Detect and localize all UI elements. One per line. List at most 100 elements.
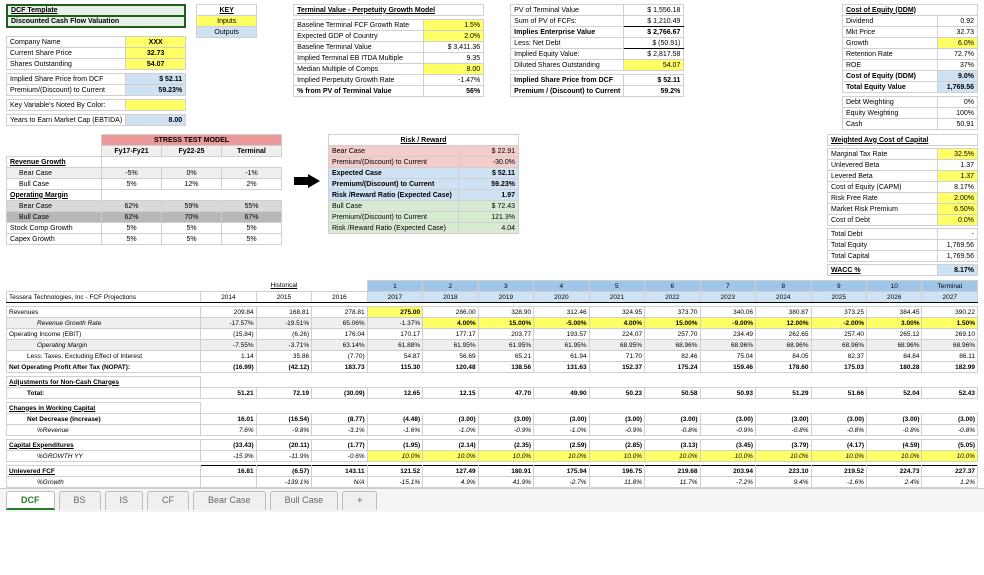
cell[interactable]: 4.00% bbox=[423, 318, 478, 329]
cell[interactable]: 127.49 bbox=[423, 466, 478, 477]
cell[interactable]: 51.66 bbox=[811, 388, 866, 399]
cell[interactable]: 5% bbox=[102, 179, 162, 190]
cell[interactable]: 71.70 bbox=[589, 351, 644, 362]
cell[interactable]: 4.00% bbox=[589, 318, 644, 329]
tab-cf[interactable]: CF bbox=[147, 491, 189, 510]
term-r5v[interactable]: 8.00 bbox=[424, 64, 484, 75]
cell[interactable]: 50.58 bbox=[645, 388, 700, 399]
cell[interactable]: 51.29 bbox=[756, 388, 811, 399]
cell[interactable]: 265.12 bbox=[867, 329, 922, 340]
cell[interactable]: (2.59) bbox=[534, 440, 589, 451]
cell[interactable]: (3.00) bbox=[756, 414, 811, 425]
cell[interactable]: 68.96% bbox=[756, 340, 811, 351]
cell[interactable]: 286.00 bbox=[423, 307, 478, 318]
cell[interactable]: 86.11 bbox=[922, 351, 978, 362]
cell[interactable]: (2.35) bbox=[478, 440, 533, 451]
cell[interactable]: N/A bbox=[312, 477, 367, 488]
cell[interactable]: (1.95) bbox=[367, 440, 422, 451]
cell[interactable]: 1.14 bbox=[201, 351, 256, 362]
term-r1v[interactable]: 1.5% bbox=[424, 20, 484, 31]
cell[interactable]: 115.30 bbox=[367, 362, 422, 373]
cell[interactable]: 70% bbox=[162, 212, 222, 223]
cell[interactable]: 62% bbox=[102, 201, 162, 212]
cell[interactable]: 1.2% bbox=[922, 477, 978, 488]
cell[interactable]: 5% bbox=[162, 223, 222, 234]
cell[interactable]: 65.21 bbox=[478, 351, 533, 362]
cell[interactable]: 10.0% bbox=[367, 451, 422, 462]
cell[interactable]: 54.87 bbox=[367, 351, 422, 362]
cell[interactable]: -2.7% bbox=[534, 477, 589, 488]
cell[interactable]: 275.00 bbox=[367, 307, 422, 318]
cell[interactable]: 62% bbox=[102, 212, 162, 223]
cell[interactable]: -0.8% bbox=[756, 425, 811, 436]
cell[interactable]: 72.19 bbox=[256, 388, 311, 399]
cell[interactable]: 7.6% bbox=[201, 425, 256, 436]
wacc-mrp-v[interactable]: 6.50% bbox=[938, 204, 978, 215]
cell[interactable]: 11.7% bbox=[645, 477, 700, 488]
wacc-cod-v[interactable]: 0.0% bbox=[938, 215, 978, 226]
cell[interactable]: 178.60 bbox=[756, 362, 811, 373]
cell[interactable]: 10.0% bbox=[534, 451, 589, 462]
cell[interactable]: (3.00) bbox=[645, 414, 700, 425]
cell[interactable]: 175.24 bbox=[645, 362, 700, 373]
cell[interactable]: 203.77 bbox=[478, 329, 533, 340]
cell[interactable]: (4.17) bbox=[811, 440, 866, 451]
cell[interactable]: 219.68 bbox=[645, 466, 700, 477]
cell[interactable]: (3.00) bbox=[811, 414, 866, 425]
cell[interactable]: 61.95% bbox=[534, 340, 589, 351]
cell[interactable]: -1.37% bbox=[367, 318, 422, 329]
cell[interactable]: 131.63 bbox=[534, 362, 589, 373]
cell[interactable]: 15.00% bbox=[645, 318, 700, 329]
cell[interactable]: 170.17 bbox=[367, 329, 422, 340]
cell[interactable]: 180.28 bbox=[867, 362, 922, 373]
cell[interactable]: -19.51% bbox=[256, 318, 311, 329]
cell[interactable] bbox=[201, 477, 256, 488]
cell[interactable]: -0.8% bbox=[811, 425, 866, 436]
cell[interactable]: 180.91 bbox=[478, 466, 533, 477]
cell[interactable]: 55% bbox=[222, 201, 282, 212]
tab-bear[interactable]: Bear Case bbox=[193, 491, 266, 510]
wacc-lb-v[interactable]: 1.37 bbox=[938, 171, 978, 182]
cell[interactable]: 84.84 bbox=[867, 351, 922, 362]
cell[interactable]: 175.94 bbox=[534, 466, 589, 477]
cell[interactable]: (6.26) bbox=[256, 329, 311, 340]
cell[interactable]: -0.8% bbox=[867, 425, 922, 436]
cell[interactable]: 84.05 bbox=[756, 351, 811, 362]
cell[interactable]: 15.00% bbox=[478, 318, 533, 329]
cell[interactable]: 203.94 bbox=[700, 466, 755, 477]
cell[interactable]: 75.04 bbox=[700, 351, 755, 362]
cell[interactable]: -9.8% bbox=[256, 425, 311, 436]
cell[interactable]: -9.00% bbox=[700, 318, 755, 329]
cell[interactable]: 5% bbox=[102, 223, 162, 234]
cell[interactable]: -5% bbox=[102, 168, 162, 179]
cell[interactable]: 10.0% bbox=[756, 451, 811, 462]
tab-bs[interactable]: BS bbox=[59, 491, 101, 510]
cell[interactable]: -11.9% bbox=[256, 451, 311, 462]
cell[interactable]: -15.1% bbox=[367, 477, 422, 488]
cell[interactable]: 269.10 bbox=[922, 329, 978, 340]
cell[interactable]: (16.54) bbox=[256, 414, 311, 425]
cell[interactable]: 52.43 bbox=[922, 388, 978, 399]
cell[interactable]: (2.85) bbox=[589, 440, 644, 451]
cell[interactable]: 257.40 bbox=[811, 329, 866, 340]
tab-bull[interactable]: Bull Case bbox=[270, 491, 339, 510]
cell[interactable]: (15.84) bbox=[201, 329, 256, 340]
cell[interactable]: -15.9% bbox=[201, 451, 256, 462]
cell[interactable]: 152.37 bbox=[589, 362, 644, 373]
cell[interactable]: (7.70) bbox=[312, 351, 367, 362]
cell[interactable]: 1.50% bbox=[922, 318, 978, 329]
projection-table[interactable]: Historical 12345678910 Terminal Tessera … bbox=[6, 280, 978, 488]
cell[interactable]: (8.77) bbox=[312, 414, 367, 425]
cell[interactable]: 219.52 bbox=[811, 466, 866, 477]
cell[interactable]: 196.75 bbox=[589, 466, 644, 477]
cell[interactable]: 10.0% bbox=[811, 451, 866, 462]
cell[interactable]: 11.8% bbox=[589, 477, 644, 488]
cell[interactable]: 5% bbox=[102, 234, 162, 245]
cell[interactable]: 68.96% bbox=[922, 340, 978, 351]
cell[interactable]: 10.0% bbox=[478, 451, 533, 462]
cell[interactable]: -1.6% bbox=[811, 477, 866, 488]
cell[interactable]: 61.95% bbox=[423, 340, 478, 351]
cell[interactable]: 390.22 bbox=[922, 307, 978, 318]
cell[interactable]: 49.90 bbox=[534, 388, 589, 399]
cell[interactable]: 50.23 bbox=[589, 388, 644, 399]
